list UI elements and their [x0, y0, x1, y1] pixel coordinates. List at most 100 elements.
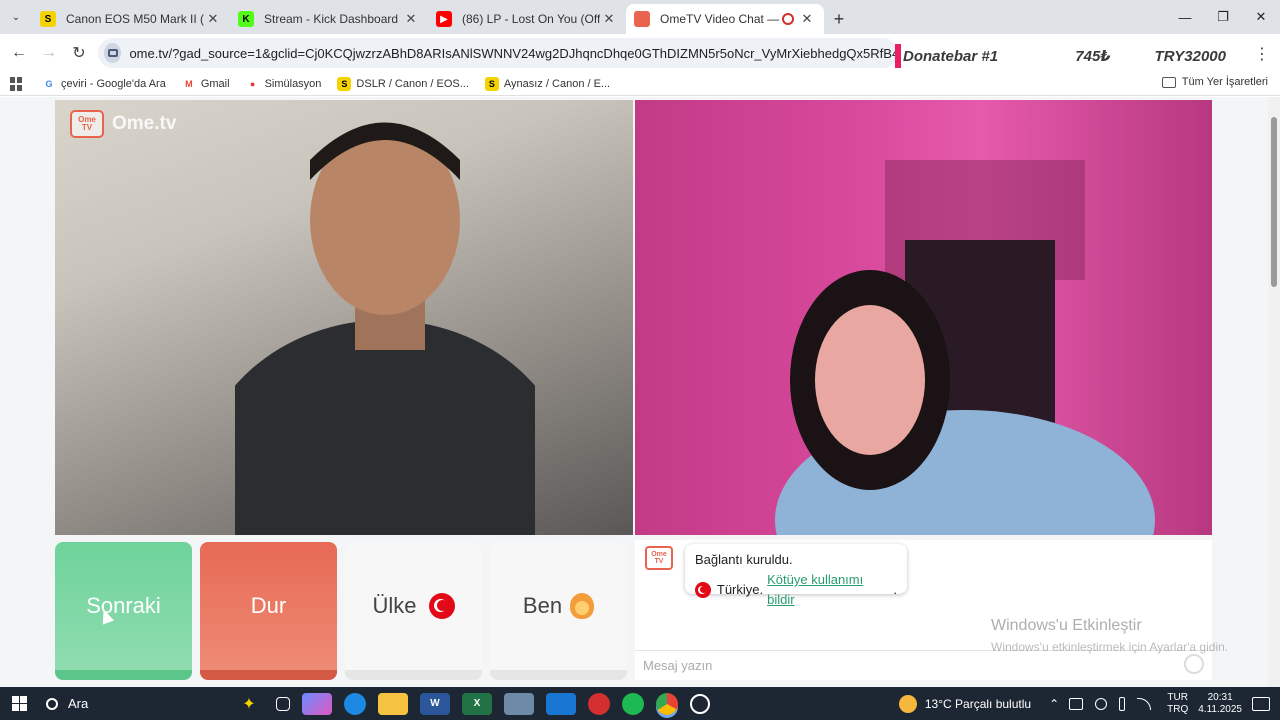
windows-start-icon[interactable] [0, 687, 38, 720]
url-text: ome.tv/?gad_source=1&gclid=Cj0KCQjwzrzAB… [129, 45, 898, 61]
ometv-logo: Ome TV Ome.tv [70, 110, 176, 138]
maximize-icon[interactable]: ❐ [1204, 0, 1242, 34]
copilot-sparkle-icon[interactable]: ✦ [234, 693, 264, 715]
tab-title: OmeTV Video Chat — Ome [660, 12, 782, 26]
address-bar[interactable]: ome.tv/?gad_source=1&gclid=Cj0KCQjwzrzAB… [98, 38, 898, 68]
bookmark-label: çeviri - Google'da Ara [61, 77, 166, 90]
copilot-icon[interactable] [302, 692, 332, 715]
donate-bar: Donatebar #1 745₺ TRY32000 [895, 44, 1240, 68]
message-input[interactable]: Mesaj yazın [635, 650, 1212, 680]
minimize-icon[interactable]: — [1166, 0, 1204, 34]
clock-date: 4.11.2025 [1198, 703, 1242, 715]
local-video [55, 100, 633, 535]
file-explorer-icon[interactable] [378, 692, 408, 715]
language-secondary: TRQ [1167, 703, 1189, 715]
tab-0[interactable]: S Canon EOS M50 Mark II (Kiss M ✕ [32, 4, 230, 34]
wifi-icon[interactable] [1137, 697, 1152, 710]
logo-name: Ome.tv [112, 113, 177, 134]
tab-1[interactable]: K Stream - Kick Dashboard ✕ [230, 4, 428, 34]
tab-favicon: S [40, 11, 56, 27]
scrollbar[interactable] [1268, 97, 1280, 687]
bookmark-4[interactable]: S Aynasız / Canon / E... [484, 76, 610, 91]
store-icon[interactable] [546, 692, 576, 715]
chrome-icon[interactable] [656, 692, 678, 715]
excel-icon[interactable]: X [462, 692, 492, 715]
task-view-icon[interactable] [276, 696, 290, 711]
bookmark-icon: M [181, 76, 196, 91]
volume-icon[interactable] [1095, 697, 1108, 710]
obs-icon[interactable] [690, 693, 710, 714]
emoji-icon[interactable] [1184, 654, 1204, 674]
bookmark-label: Gmail [200, 77, 230, 90]
period-text: . [893, 582, 897, 597]
all-bookmarks[interactable]: Tüm Yer İşaretleri [1161, 76, 1268, 88]
notification-icon[interactable] [1252, 696, 1270, 711]
logo-tv-bottom: TV [81, 123, 93, 132]
scrollbar-thumb[interactable] [1271, 117, 1277, 287]
close-icon[interactable]: ✕ [600, 11, 618, 27]
tab-title: Stream - Kick Dashboard [264, 12, 399, 26]
donate-bar-accent [895, 44, 901, 68]
bookmark-2[interactable]: ● Simülasyon [245, 76, 321, 91]
bookmark-icon: G [42, 76, 56, 91]
report-abuse-link[interactable]: Kötüye kullanımı bildir [767, 570, 893, 610]
turkey-flag-icon [695, 582, 711, 598]
back-icon[interactable]: ← [4, 38, 34, 68]
activation-watermark-title: Windows'u Etkinleştir [991, 617, 1142, 634]
tab-search-button[interactable]: ⌄ [0, 0, 32, 34]
weather-widget[interactable]: 13°C Parçalı bulutlu [898, 694, 1032, 713]
microphone-icon[interactable] [1119, 696, 1126, 711]
country-button[interactable]: Ülke [345, 542, 482, 680]
close-icon[interactable]: ✕ [402, 11, 420, 27]
avatar-tv-top: Ome [651, 551, 667, 558]
chevron-up-icon[interactable]: ⌃ [1049, 697, 1059, 711]
bookmark-1[interactable]: M Gmail [181, 76, 230, 91]
activation-watermark-subtitle: Windows'u etkinleştirmek için Ayarlar'a … [991, 640, 1229, 654]
tab-favicon: ▶ [436, 11, 452, 27]
tab-favicon [634, 11, 650, 27]
close-icon[interactable]: ✕ [798, 11, 816, 27]
reload-icon[interactable]: ↻ [64, 38, 94, 68]
donate-goal: TRY32000 [1154, 47, 1226, 65]
next-button[interactable]: Sonraki [55, 542, 192, 680]
system-tray: 13°C Parçalı bulutlu ⌃ TUR TRQ 20:31 4.11.… [898, 687, 1280, 720]
message-placeholder: Mesaj yazın [643, 658, 713, 673]
weather-text: 13°C Parçalı bulutlu [924, 696, 1032, 711]
word-icon[interactable]: W [420, 692, 450, 715]
language-indicator[interactable]: TUR TRQ [1167, 692, 1188, 716]
bookmark-label: DSLR / Canon / EOS... [356, 77, 469, 90]
gender-label: Ben [522, 593, 563, 618]
edge-icon[interactable] [344, 692, 366, 715]
bookmarks-bar: Gçeviri - Google'da Ara M Gmail ● Simülasy… [0, 72, 1280, 96]
taskbar-search[interactable]: Ara [38, 687, 228, 720]
tab-2[interactable]: ▶ (86) LP - Lost On You (Official M ✕ [428, 4, 626, 34]
close-window-icon[interactable]: ✕ [1242, 0, 1280, 34]
close-icon[interactable]: ✕ [204, 11, 222, 27]
turkey-flag-icon [428, 593, 455, 619]
folder-icon [1161, 76, 1176, 88]
apps-grid-icon[interactable] [10, 76, 24, 91]
tab-3[interactable]: OmeTV Video Chat — Ome ✕ [626, 4, 824, 34]
spotify-icon[interactable] [622, 692, 644, 715]
stop-button[interactable]: Dur [200, 542, 337, 680]
search-icon [46, 697, 58, 710]
site-info-icon[interactable] [104, 43, 122, 63]
country-text: Türkiye. [716, 582, 764, 597]
clock[interactable]: 20:31 4.11.2025 [1198, 692, 1242, 716]
bookmark-3[interactable]: S DSLR / Canon / EOS... [337, 76, 469, 91]
system-message: Bağlantı kuruldu. Türkiye. Kötüye kullanı… [685, 544, 907, 607]
opera-icon[interactable] [588, 692, 610, 715]
donate-label: Donatebar #1 [903, 47, 999, 65]
chat-panel: Ome TV Bağlantı kuruldu. Türkiye. Kötüye k… [635, 540, 1212, 680]
menu-icon[interactable]: ⋮ [1254, 44, 1270, 64]
new-tab-button[interactable]: + [824, 4, 854, 34]
bookmark-0[interactable]: Gçeviri - Google'da Ara [42, 76, 166, 91]
gender-button[interactable]: Ben [490, 542, 627, 680]
ometv-avatar-icon: Ome TV [645, 546, 673, 570]
battery-icon[interactable] [1069, 697, 1084, 710]
forward-icon[interactable]: → [34, 38, 64, 68]
recording-icon [782, 13, 794, 25]
taskbar: Ara ✦ W X 13°C Parçalı bulutlu ⌃ TUR TRQ … [0, 687, 1280, 720]
calculator-icon[interactable] [504, 692, 534, 715]
bookmark-icon: S [484, 76, 499, 91]
